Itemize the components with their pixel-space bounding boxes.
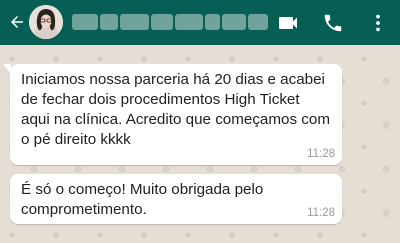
- message-text: Iniciamos nossa parceria há 20 dias e ac…: [21, 71, 330, 148]
- incoming-message[interactable]: Iniciamos nossa parceria há 20 dias e ac…: [3, 64, 342, 165]
- contact-name-blur: [72, 12, 268, 32]
- message-timestamp: 11:28: [307, 148, 335, 160]
- message-text: É só o começo! Muito obrigada pelo compr…: [21, 181, 264, 218]
- phone-icon[interactable]: [321, 11, 345, 35]
- videocam-icon[interactable]: [276, 11, 300, 35]
- back-arrow-icon[interactable]: [6, 11, 28, 33]
- chat-area[interactable]: Iniciamos nossa parceria há 20 dias e ac…: [0, 45, 400, 243]
- message-timestamp: 11:28: [307, 207, 335, 219]
- more-vert-icon[interactable]: [366, 11, 390, 35]
- incoming-message[interactable]: É só o começo! Muito obrigada pelo compr…: [10, 174, 342, 224]
- contact-avatar[interactable]: [29, 5, 63, 39]
- bubble-tail: [3, 64, 11, 74]
- chat-header: ▇▇▇▇▇▇▇▇▇▇▇▇▇▇▇: [0, 0, 400, 45]
